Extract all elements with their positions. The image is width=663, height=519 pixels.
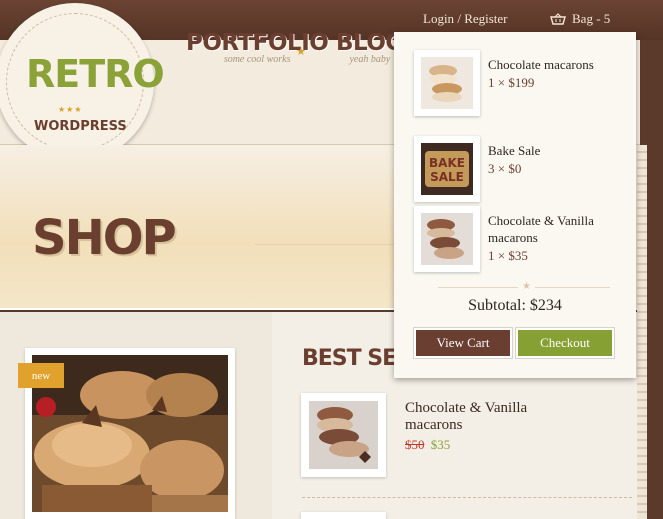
register-link[interactable]: Register	[464, 11, 507, 26]
nav-title: PORTFOLIO	[186, 30, 329, 56]
link-separator: /	[457, 11, 461, 26]
view-cart-button[interactable]: View Cart	[413, 327, 513, 359]
cart-dropdown: Chocolate macarons 1 × $199 BAKE SALE Ba…	[394, 32, 636, 378]
best-seller-name[interactable]: Chocolate & Vanilla macarons	[405, 400, 575, 434]
cart-item-quantity: 1 × $35	[488, 248, 528, 263]
cart-item-thumbnail	[414, 206, 480, 272]
cart-item-quantity: 3 × $0	[488, 161, 522, 176]
cart-subtotal: Subtotal: $234	[468, 297, 562, 314]
basket-icon	[550, 13, 566, 25]
title-divider	[255, 244, 395, 245]
bag-button[interactable]: Bag - 5	[550, 11, 610, 27]
nav-item-portfolio[interactable]: PORTFOLIO some cool works	[186, 30, 329, 65]
svg-text:BAKE: BAKE	[429, 156, 465, 170]
checkout-button[interactable]: Checkout	[515, 327, 615, 359]
best-sellers-divider	[302, 497, 632, 498]
divider-star-icon: ★	[518, 281, 535, 292]
cart-item-name: Chocolate macarons	[488, 57, 594, 72]
cart-item[interactable]: BAKE SALE Bake Sale 3 × $0	[414, 136, 624, 202]
logo-title: RETRO	[26, 52, 165, 96]
cart-item-name: Chocolate & Vanilla macarons	[488, 213, 594, 245]
cart-item-quantity: 1 × $199	[488, 75, 535, 90]
nav-divider-star-icon: ★	[296, 46, 306, 58]
cart-item-name: Bake Sale	[488, 143, 541, 158]
site-logo[interactable]: RETRO ★★★ WORDPRESS	[0, 3, 165, 161]
cart-item[interactable]: Chocolate & Vanilla macarons 1 × $35	[414, 206, 624, 272]
page-title: SHOP	[32, 210, 177, 266]
sale-price: $35	[430, 437, 451, 452]
svg-text:SALE: SALE	[430, 170, 464, 184]
bag-label: Bag - 5	[572, 11, 611, 26]
cart-item-thumbnail	[414, 50, 480, 116]
stitched-edge	[637, 145, 647, 519]
new-badge: new	[18, 363, 64, 388]
cart-item[interactable]: Chocolate macarons 1 × $199	[414, 50, 624, 116]
best-seller-price: $50 $35	[405, 437, 450, 453]
best-seller-thumbnail[interactable]	[301, 512, 386, 519]
cart-item-thumbnail: BAKE SALE	[414, 136, 480, 202]
logo-stars-icon: ★★★	[58, 105, 83, 114]
account-links: Login / Register	[423, 11, 508, 27]
logo-subtitle: WORDPRESS	[34, 119, 127, 134]
login-link[interactable]: Login	[423, 11, 454, 26]
best-seller-thumbnail[interactable]	[301, 393, 386, 477]
old-price: $50	[405, 437, 425, 452]
